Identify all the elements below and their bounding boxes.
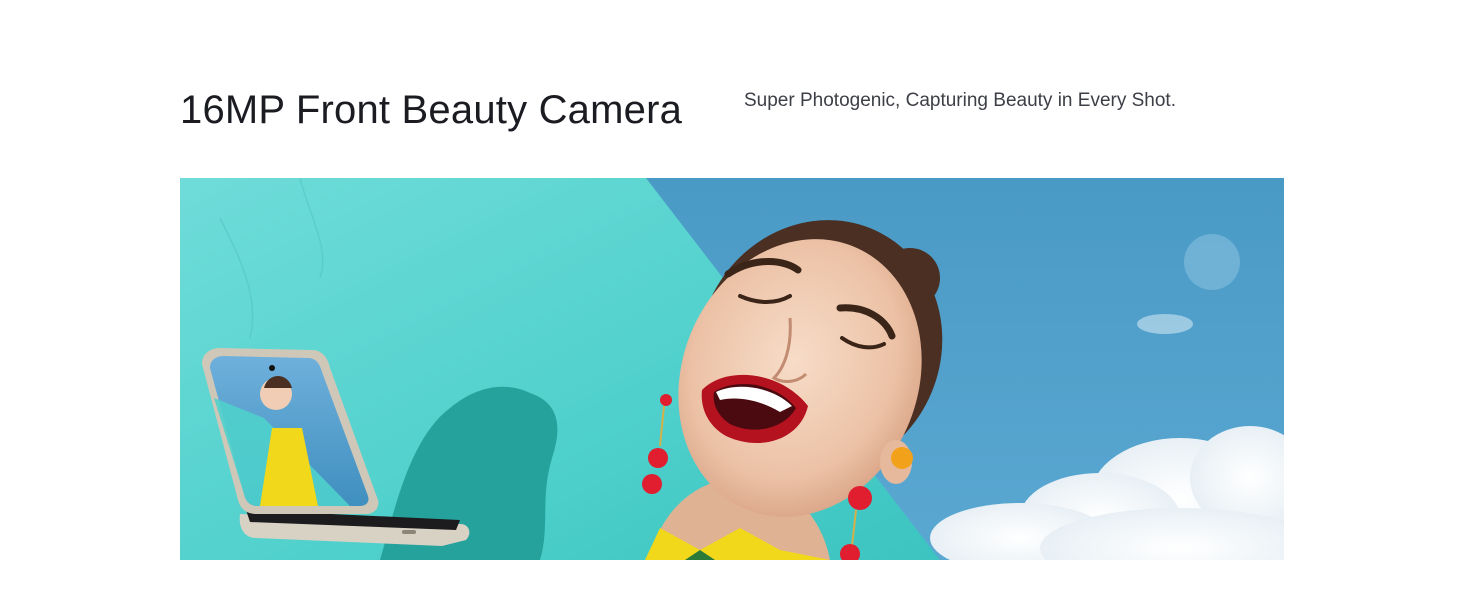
feature-title: 16MP Front Beauty Camera — [180, 88, 683, 132]
feature-tagline: Super Photogenic, Capturing Beauty in Ev… — [744, 90, 1176, 111]
earring-right-top — [891, 447, 913, 469]
camera-banner-image — [180, 178, 1284, 560]
earring-left — [660, 394, 672, 406]
